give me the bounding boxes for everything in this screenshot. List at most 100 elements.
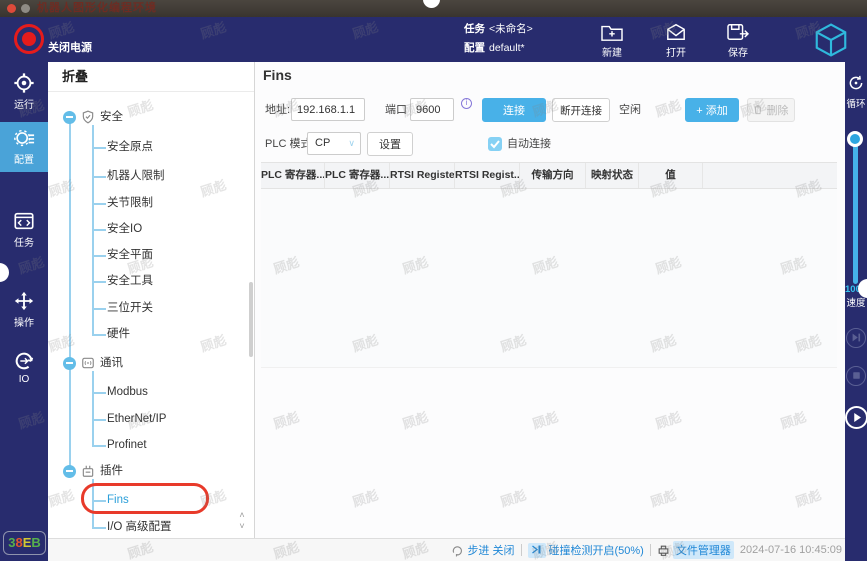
column-header[interactable]: PLC 寄存器...	[261, 163, 325, 188]
tree-item-robot-limit[interactable]: 机器人限制	[107, 166, 165, 186]
address-label: 地址:	[265, 98, 290, 122]
config-label: 配置	[464, 42, 485, 54]
plc-mode-select[interactable]: CP ∨	[307, 132, 361, 155]
play-button[interactable]	[845, 406, 867, 429]
config-gear-icon	[13, 127, 35, 149]
tree-connector-stub	[92, 229, 106, 231]
playback-sidebar: 循环 100% 速度	[845, 62, 867, 561]
sidebar-item-config[interactable]: 配置	[0, 122, 48, 172]
tree-collapse-header[interactable]: 折叠	[48, 62, 254, 92]
sidebar-operate-label: 操作	[0, 314, 48, 329]
column-header[interactable]: 值	[639, 163, 703, 188]
tree-item-safety-io[interactable]: 安全IO	[107, 219, 142, 239]
collision-label: 碰撞检测开启(50%)	[549, 542, 644, 558]
divider	[650, 544, 651, 556]
sidebar-item-io[interactable]: IO	[0, 350, 48, 385]
speed-slider-knob[interactable]	[847, 131, 863, 147]
power-off-button[interactable]	[14, 24, 44, 54]
tree-scroll-arrows[interactable]: ˄˅	[234, 510, 250, 532]
tree-item-safety-tool[interactable]: 安全工具	[107, 271, 153, 291]
file-manager-status[interactable]: 文件管理器	[657, 541, 734, 559]
tree-item-safety-plane[interactable]: 安全平面	[107, 245, 153, 265]
config-value: default*	[489, 42, 525, 54]
badge-char: B	[31, 535, 40, 550]
main-nav-sidebar: 运行 配置 任务 操作	[0, 62, 48, 561]
column-header[interactable]: 传输方向	[520, 163, 586, 188]
add-button[interactable]: + 添加	[685, 98, 739, 122]
collapse-toggle-icon[interactable]	[63, 357, 76, 370]
speed-slider-track[interactable]	[853, 138, 858, 284]
tree-item-ethernet-ip[interactable]: EtherNet/IP	[107, 409, 166, 429]
tree-connector-stub	[92, 334, 106, 336]
save-button[interactable]: 保存	[714, 22, 762, 59]
tree-scrollbar-thumb[interactable]	[249, 282, 253, 357]
tree-group-communication-label: 通讯	[100, 353, 123, 373]
save-label: 保存	[714, 44, 762, 59]
window-close-button[interactable]	[7, 4, 16, 13]
collision-detection-status[interactable]: 碰撞检测开启(50%)	[528, 542, 644, 558]
plugin-icon	[81, 464, 95, 478]
column-header[interactable]: 映射状态	[586, 163, 639, 188]
tree-item-label: Modbus	[107, 382, 148, 402]
window-minimize-button[interactable]	[21, 4, 30, 13]
sidebar-item-run[interactable]: 运行	[0, 72, 48, 111]
tree-item-profinet[interactable]: Profinet	[107, 435, 147, 455]
tree-group-communication[interactable]: 通讯	[63, 353, 123, 373]
shield-icon	[81, 110, 95, 124]
connect-button[interactable]: 连接	[482, 98, 546, 122]
tree-group-plugin[interactable]: 插件	[63, 461, 123, 481]
stop-button[interactable]	[846, 366, 866, 386]
open-label: 打开	[652, 44, 700, 59]
tree-item-label: 三位开关	[107, 298, 153, 318]
tree-item-three-position-switch[interactable]: 三位开关	[107, 298, 153, 318]
task-config-info: 任务<未命名> 配置default*	[464, 20, 533, 58]
save-icon	[725, 22, 751, 42]
connection-status-text: 空闲	[619, 98, 641, 122]
tree-item-hardware[interactable]: 硬件	[107, 324, 130, 344]
tree-connector-stub	[92, 392, 106, 394]
status-bar: 步进 关闭 碰撞检测开启(50%) 文件管理器 2024-07-16 10:45…	[48, 538, 845, 561]
sidebar-item-operate[interactable]: 操作	[0, 290, 48, 329]
disconnect-button[interactable]: 断开连接	[552, 98, 610, 122]
sidebar-item-task[interactable]: 任务	[0, 210, 48, 249]
tree-item-modbus[interactable]: Modbus	[107, 382, 148, 402]
tree-item-joint-limit[interactable]: 关节限制	[107, 193, 153, 213]
mapping-table-header: PLC 寄存器... PLC 寄存器... RTSI Register RTSI…	[261, 162, 837, 189]
step-mode-status[interactable]: 步进 关闭	[451, 542, 514, 558]
tree-item-partial[interactable]	[107, 92, 187, 97]
delete-button[interactable]: 删除	[747, 98, 795, 122]
add-label: 添加	[706, 105, 728, 117]
tree-connector-stub	[92, 203, 106, 205]
window-title: 机器人图形化编程环境	[37, 0, 157, 17]
column-header[interactable]: RTSI Regist...	[455, 163, 520, 188]
collapse-toggle-icon[interactable]	[63, 111, 76, 124]
open-file-icon	[664, 22, 688, 42]
tree-item-label: 机器人限制	[107, 166, 165, 186]
port-info-icon[interactable]: i	[461, 98, 472, 109]
tree-item-safety-origin[interactable]: 安全原点	[107, 137, 153, 157]
tree-body: 安全 安全原点 机器人限制 关节限制 安全IO 安全平面 安全工具 三位开关 硬…	[48, 92, 254, 538]
app-window: 机器人图形化编程环境 关闭电源 任务<未命名> 配置default* 新建 打开	[0, 0, 867, 561]
column-header[interactable]: PLC 寄存器...	[325, 163, 390, 188]
settings-button[interactable]: 设置	[367, 132, 413, 156]
tree-connector-line	[92, 371, 94, 445]
tree-item-label: 安全平面	[107, 245, 153, 265]
address-input[interactable]	[291, 98, 365, 121]
loop-icon[interactable]	[847, 74, 865, 92]
port-input[interactable]	[410, 98, 454, 121]
step-forward-button[interactable]	[846, 328, 866, 348]
new-button[interactable]: 新建	[588, 22, 636, 59]
tree-connector-stub	[92, 419, 106, 421]
mapping-table-body	[261, 189, 837, 368]
new-label: 新建	[588, 44, 636, 59]
badge-char: 8	[15, 535, 22, 550]
tree-group-safety[interactable]: 安全	[63, 107, 123, 127]
collapse-toggle-icon[interactable]	[63, 465, 76, 478]
auto-connect-checkbox[interactable]	[488, 137, 502, 151]
new-file-icon	[600, 22, 624, 42]
operate-move-icon	[13, 290, 35, 312]
power-off-label: 关闭电源	[48, 39, 92, 55]
column-header[interactable]: RTSI Register	[390, 163, 455, 188]
open-button[interactable]: 打开	[652, 22, 700, 59]
tree-item-io-advanced-config[interactable]: I/O 高级配置	[107, 517, 172, 537]
